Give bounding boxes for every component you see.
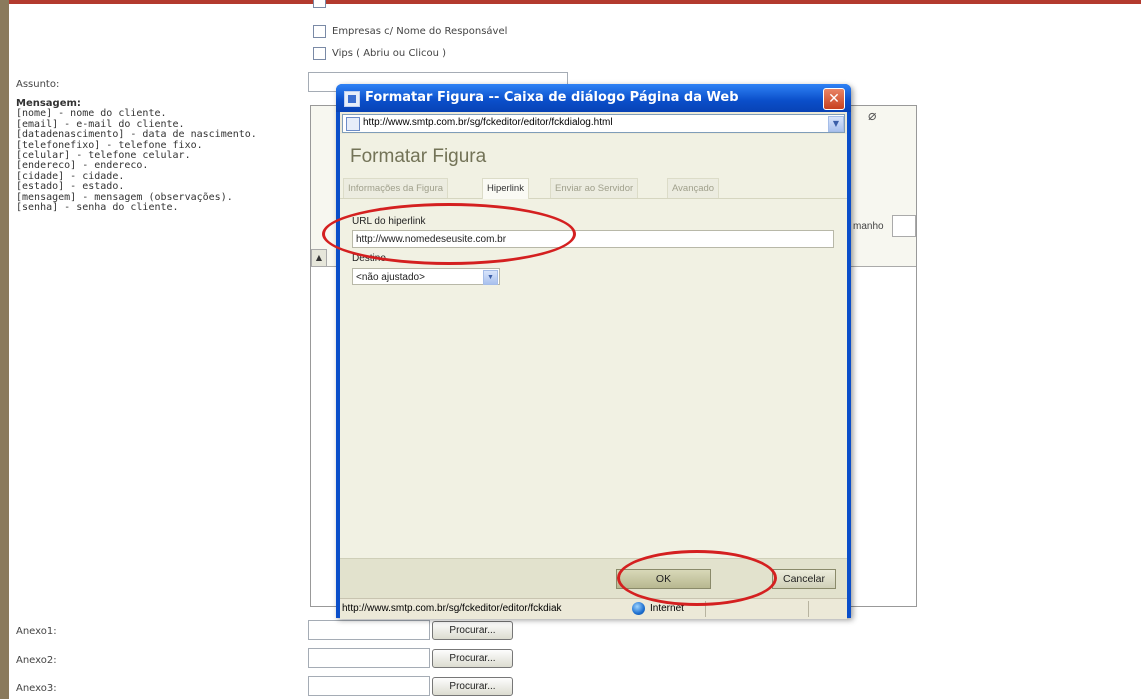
tamanho-select[interactable] [892,215,916,237]
checkbox[interactable] [313,24,326,38]
page-top-border [0,0,1141,4]
checkbox[interactable] [313,46,326,60]
close-button[interactable]: ✕ [823,88,845,110]
anexo2-browse-button[interactable]: Procurar... [432,649,513,668]
checkbox[interactable] [313,0,326,8]
status-url: http://www.smtp.com.br/sg/fckeditor/edit… [342,603,562,614]
destino-select[interactable]: <não ajustado> ▼ [352,268,500,285]
formatar-figura-dialog: Formatar Figura -- Caixa de diálogo Pági… [336,84,851,619]
paperclip-icon[interactable]: ⌀ [868,108,876,124]
anexo2-label: Anexo2: [16,655,57,666]
checkbox-row-vips[interactable]: Vips ( Abriu ou Clicou ) [313,46,446,62]
dialog-title: Formatar Figura -- Caixa de diálogo Pági… [365,90,739,105]
chevron-down-icon[interactable]: ▼ [828,116,844,132]
anexo3-input[interactable] [308,676,430,696]
anexo1-browse-button[interactable]: Procurar... [432,621,513,640]
status-divider [808,601,809,617]
checkbox-row-cropped[interactable] [313,0,332,10]
ok-highlight-ellipse [617,550,777,606]
status-bar: http://www.smtp.com.br/sg/fckeditor/edit… [340,598,847,619]
anexo2-input[interactable] [308,648,430,668]
address-field[interactable]: http://www.smtp.com.br/sg/fckeditor/edit… [342,114,845,133]
globe-icon [632,602,645,615]
url-highlight-ellipse [322,203,576,265]
page-icon [346,117,360,131]
editor-scroll-up[interactable]: ▲ [311,249,327,267]
tab-informacoes-figura[interactable]: Informações da Figura [343,178,449,198]
tab-hiperlink[interactable]: Hiperlink [482,178,529,199]
address-text: http://www.smtp.com.br/sg/fckeditor/edit… [363,117,613,128]
cancel-button[interactable]: Cancelar [772,569,836,589]
tab-enviar-servidor[interactable]: Enviar ao Servidor [550,178,639,198]
page-left-bar [0,0,9,699]
anexo1-label: Anexo1: [16,626,57,637]
placeholder-item: [senha] - senha do cliente. [16,202,179,214]
checkbox-label: Vips ( Abriu ou Clicou ) [332,48,447,59]
checkbox-label: Empresas c/ Nome do Responsável [332,26,508,37]
anexo1-input[interactable] [308,620,430,640]
ie-page-icon [344,91,360,107]
anexo3-label: Anexo3: [16,683,57,694]
checkbox-row-empresas-responsavel[interactable]: Empresas c/ Nome do Responsável [313,24,507,40]
anexo3-browse-button[interactable]: Procurar... [432,677,513,696]
dialog-tabs: Informações da Figura Hiperlink Enviar a… [340,178,847,199]
chevron-down-icon[interactable]: ▼ [483,270,498,285]
dialog-heading: Formatar Figura [350,146,487,167]
destino-value: <não ajustado> [356,272,425,283]
tamanho-label: manho [853,221,884,232]
placeholder-legend: Mensagem: [nome] - nome do cliente. [ema… [16,98,257,214]
dialog-titlebar[interactable]: Formatar Figura -- Caixa de diálogo Pági… [336,84,851,112]
address-bar: http://www.smtp.com.br/sg/fckeditor/edit… [340,112,847,134]
assunto-label: Assunto: [16,79,60,90]
tab-avancado[interactable]: Avançado [667,178,720,198]
